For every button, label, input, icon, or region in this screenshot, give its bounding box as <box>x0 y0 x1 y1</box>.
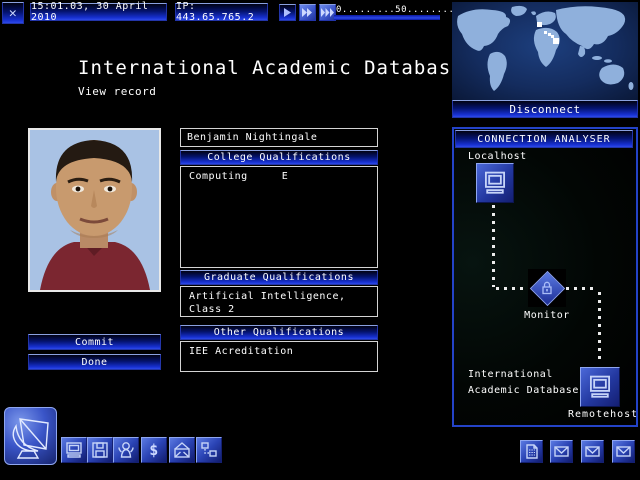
computer-icon <box>587 374 613 400</box>
college-grade: E <box>282 170 289 183</box>
person-name-field[interactable]: Benjamin Nightingale <box>180 128 378 147</box>
graduate-qualifications-header: Graduate Qualifications <box>180 270 378 285</box>
disconnect-button[interactable]: Disconnect <box>452 100 638 118</box>
page-title: International Academic Database <box>78 57 464 79</box>
uplink-screen: { "window": { "close_glyph": "✕", "time"… <box>0 0 640 480</box>
person-icon <box>116 440 136 460</box>
play-icon <box>280 5 295 20</box>
close-icon: ✕ <box>9 6 17 21</box>
fast-forward-icon <box>300 5 315 20</box>
email-notification-button[interactable] <box>550 440 573 463</box>
missions-button[interactable] <box>196 437 222 463</box>
localhost-node[interactable] <box>476 163 514 203</box>
remote-name-line1: International <box>468 369 553 380</box>
contact-button[interactable] <box>169 437 195 463</box>
clock-text: 15:01.03, 30 April 2010 <box>31 1 166 23</box>
other-qualifications-header: Other Qualifications <box>180 325 378 340</box>
memory-button[interactable] <box>87 437 113 463</box>
email-notification-button[interactable] <box>581 440 604 463</box>
person-name: Benjamin Nightingale <box>187 132 317 143</box>
ip-display[interactable]: IP: 443.65.765.2 <box>175 3 268 21</box>
remotehost-label: Remotehost <box>568 409 638 420</box>
analyser-title-bar: CONNECTION ANALYSER <box>455 130 633 148</box>
document-icon <box>523 443 540 460</box>
localhost-label: Localhost <box>468 151 527 162</box>
route-node <box>537 22 542 27</box>
record-photo <box>28 128 161 292</box>
college-subject: Computing <box>189 170 248 183</box>
commit-button[interactable]: Commit <box>28 334 161 350</box>
disconnect-label: Disconnect <box>509 103 580 116</box>
open-envelope-icon <box>172 440 192 460</box>
satellite-dish-icon <box>8 411 54 461</box>
speed-normal-button[interactable] <box>279 4 296 21</box>
trace-line-horizontal-1 <box>496 287 528 290</box>
college-entry: Computing E <box>181 170 377 183</box>
trace-line-horizontal-2 <box>566 287 598 290</box>
college-qualifications-header: College Qualifications <box>180 150 378 165</box>
software-menu-button[interactable] <box>4 407 57 465</box>
connection-analyser-panel: CONNECTION ANALYSER Localhost Monitor In… <box>452 127 638 427</box>
remote-name-line2: Academic Database <box>468 385 579 396</box>
computer-icon <box>64 440 84 460</box>
graduate-entry: Artificial Intelligence, Class 2 <box>181 290 377 316</box>
college-header-label: College Qualifications <box>207 152 350 163</box>
clock-display[interactable]: 15:01.03, 30 April 2010 <box>30 3 167 21</box>
email-notification-button[interactable] <box>612 440 635 463</box>
trace-line-vertical-2 <box>598 292 601 364</box>
trace-line-vertical-1 <box>492 205 495 287</box>
envelope-icon <box>553 443 570 460</box>
network-nodes-icon <box>199 440 219 460</box>
floppy-disk-icon <box>90 440 110 460</box>
other-entry: IEE Acreditation <box>181 345 377 358</box>
close-button[interactable]: ✕ <box>2 2 24 24</box>
finance-button[interactable]: $ <box>141 437 167 463</box>
graduate-qualifications-box[interactable]: Artificial Intelligence, Class 2 <box>180 286 378 317</box>
status-button[interactable] <box>113 437 139 463</box>
portrait-image <box>30 130 159 290</box>
done-button[interactable]: Done <box>28 354 161 370</box>
other-header-label: Other Qualifications <box>214 327 344 338</box>
dollar-icon: $ <box>149 441 159 459</box>
hardware-button[interactable] <box>61 437 87 463</box>
graduate-header-label: Graduate Qualifications <box>204 272 354 283</box>
cpu-usage-bar[interactable] <box>334 15 440 20</box>
monitor-label: Monitor <box>512 310 582 321</box>
world-map-image <box>452 2 638 100</box>
page-subtitle: View record <box>78 85 156 98</box>
speed-fast-button[interactable] <box>299 4 316 21</box>
ip-text: IP: 443.65.765.2 <box>176 1 267 23</box>
college-qualifications-box[interactable]: Computing E <box>180 166 378 268</box>
remotehost-node[interactable] <box>580 367 620 407</box>
done-label: Done <box>81 357 107 368</box>
analyser-title: CONNECTION ANALYSER <box>477 134 610 145</box>
route-node <box>553 38 559 44</box>
other-qualifications-box[interactable]: IEE Acreditation <box>180 341 378 372</box>
envelope-icon <box>615 443 632 460</box>
monitor-node[interactable] <box>528 269 566 307</box>
fastest-forward-icon <box>320 5 335 20</box>
computer-icon <box>482 170 508 196</box>
cpu-usage-scale: 0.........50.........100 <box>336 5 446 15</box>
commit-label: Commit <box>75 337 114 348</box>
envelope-icon <box>584 443 601 460</box>
world-map[interactable] <box>452 2 638 100</box>
lock-icon <box>538 279 556 297</box>
news-notification-button[interactable] <box>520 440 543 463</box>
